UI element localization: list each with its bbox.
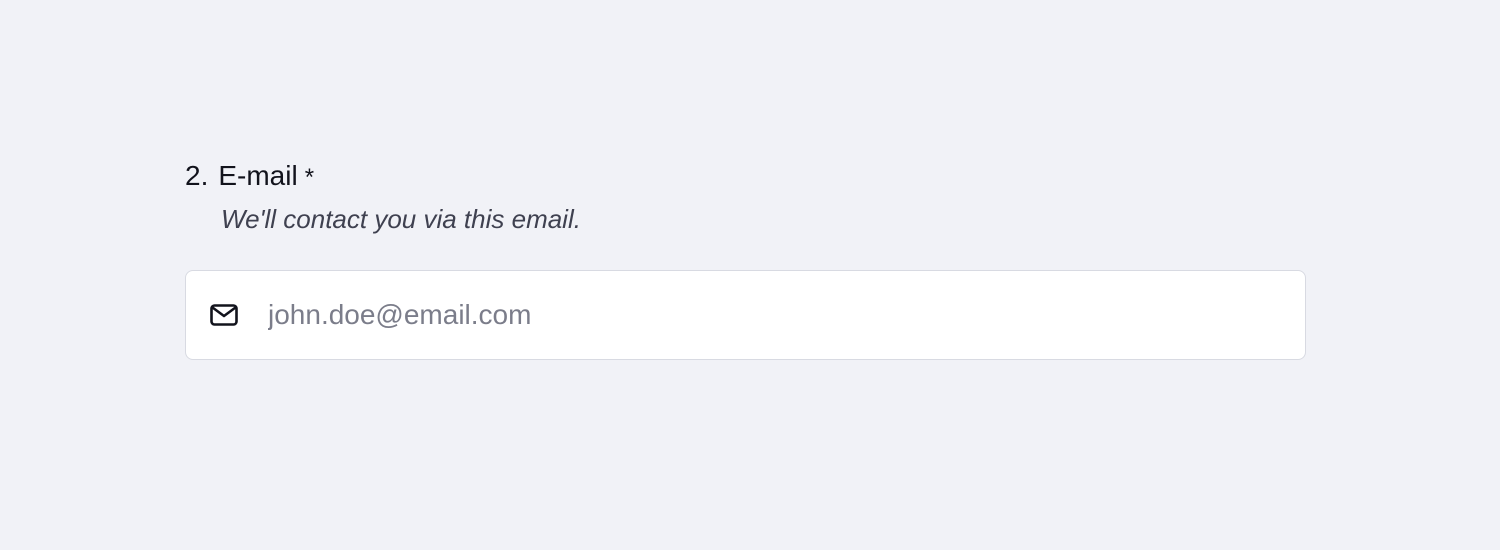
mail-icon [210,303,238,327]
email-question: 2. E-mail * We'll contact you via this e… [185,158,1309,360]
question-header: 2. E-mail * [185,158,1309,194]
question-hint: We'll contact you via this email. [221,204,581,234]
question-title: E-mail [218,160,298,191]
email-input[interactable] [268,285,1305,345]
question-number: 2. [185,160,209,191]
required-mark: * [304,164,315,191]
email-field[interactable] [185,270,1306,360]
